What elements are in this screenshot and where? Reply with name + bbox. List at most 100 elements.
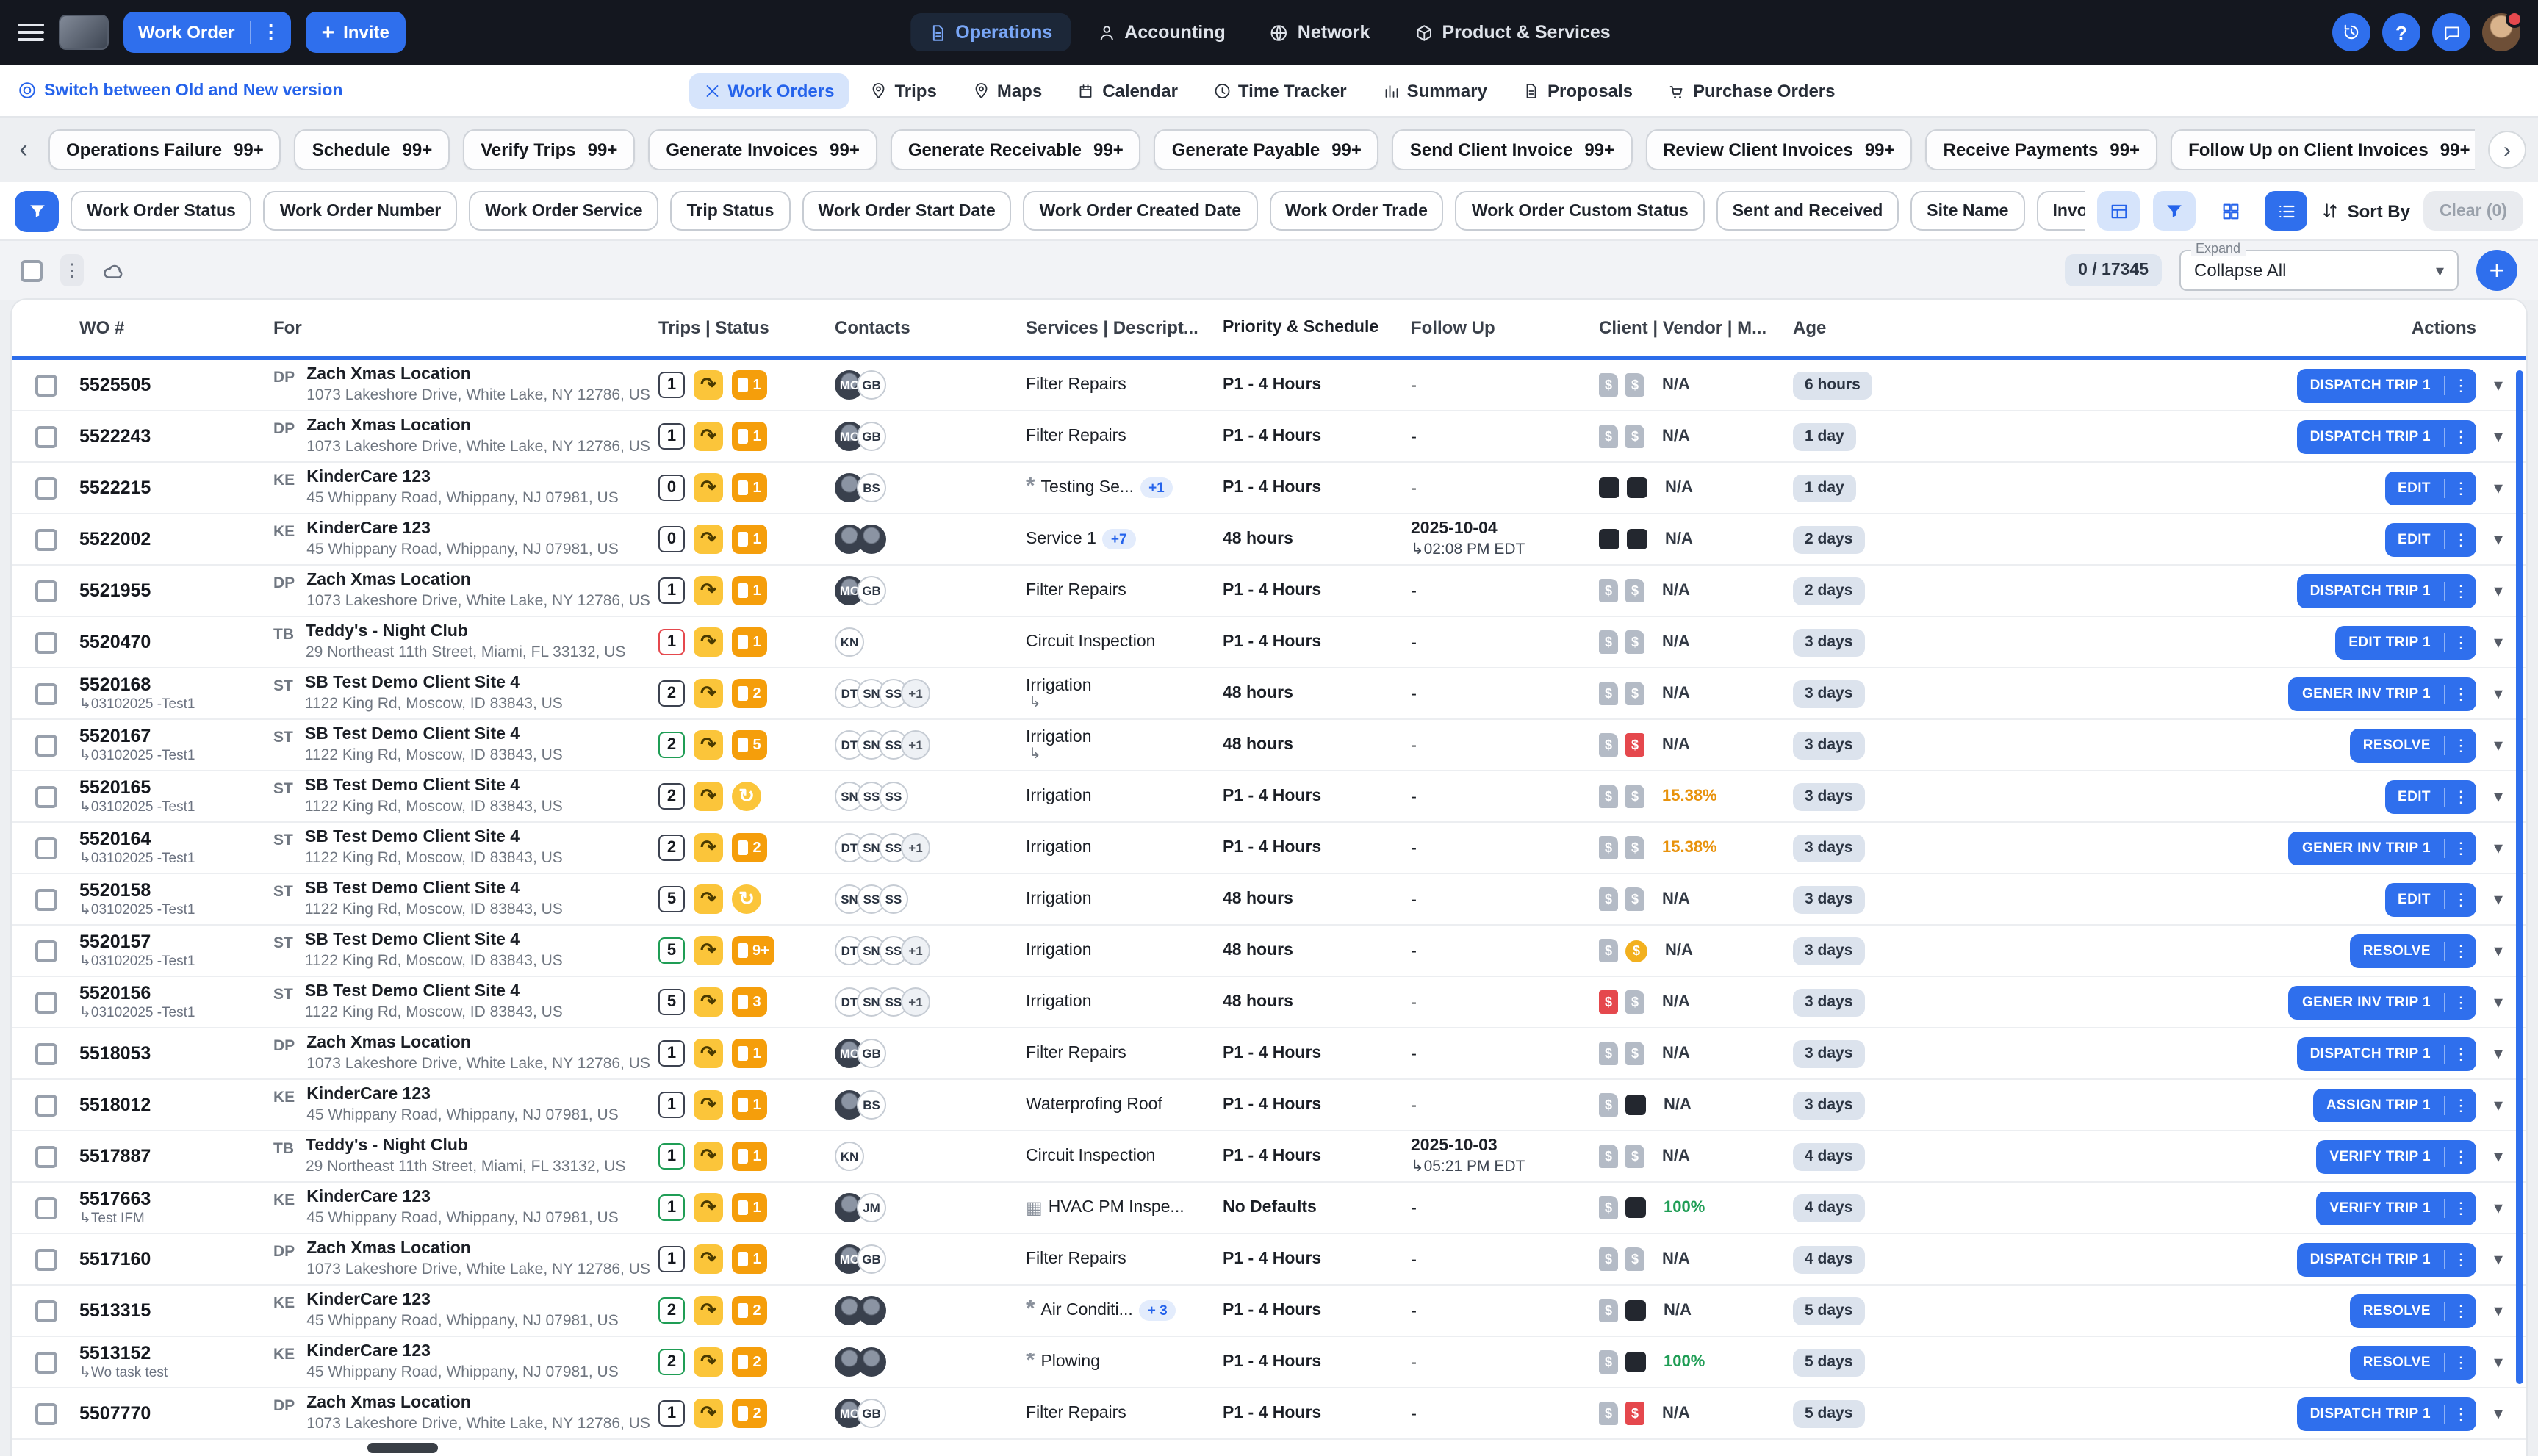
row-expand-chevron[interactable]: ▾ [2494, 786, 2503, 807]
client-invoice-icon[interactable]: $ [1599, 1247, 1618, 1271]
pipeline-stage[interactable]: Generate Invoices99+ [648, 129, 877, 170]
wo-number[interactable]: 5517160 [79, 1249, 273, 1269]
row-action-menu-icon[interactable]: ⋮ [2444, 581, 2476, 600]
row-expand-chevron[interactable]: ▾ [2494, 992, 2503, 1012]
trip-status-icon[interactable]: ↷ [694, 884, 723, 914]
service-name[interactable]: Irrigation [1026, 728, 1092, 746]
row-expand-chevron[interactable]: ▾ [2494, 1352, 2503, 1372]
row-expand-chevron[interactable]: ▾ [2494, 1043, 2503, 1064]
filter-chip[interactable]: Work Order Number [264, 191, 457, 231]
row-action-menu-icon[interactable]: ⋮ [2444, 375, 2476, 394]
contact-avatar[interactable]: BS [857, 473, 886, 502]
row-checkbox[interactable] [35, 374, 57, 396]
site-name[interactable]: KinderCare 123 [306, 1291, 619, 1312]
filter-chip[interactable]: Work Order Trade [1269, 191, 1444, 231]
row-checkbox[interactable] [35, 1094, 57, 1116]
trip-count[interactable]: 2 [658, 732, 685, 758]
nav-item-accounting[interactable]: Accounting [1079, 13, 1243, 51]
row-checkbox[interactable] [35, 528, 57, 550]
filter-chip[interactable]: Work Order Custom Status [1456, 191, 1705, 231]
contact-avatar[interactable] [857, 1296, 886, 1325]
row-checkbox[interactable] [35, 425, 57, 447]
wo-number[interactable]: 5520156 [79, 983, 273, 1003]
service-name[interactable]: Filter Repairs [1026, 1045, 1126, 1062]
column-header[interactable]: Services | Descript... [1026, 317, 1223, 338]
menu-icon[interactable] [18, 24, 44, 41]
wo-number[interactable]: 5520165 [79, 777, 273, 798]
trip-status-icon[interactable]: ↷ [694, 679, 723, 708]
contact-avatar[interactable]: JM [857, 1193, 886, 1222]
row-action-button[interactable]: DISPATCH TRIP 1⋮ [2297, 1242, 2476, 1276]
help-icon[interactable]: ? [2382, 13, 2420, 51]
filter-chip[interactable]: Site Name [1910, 191, 2024, 231]
row-action-button[interactable]: VERIFY TRIP 1⋮ [2316, 1139, 2476, 1173]
row-expand-chevron[interactable]: ▾ [2494, 1403, 2503, 1424]
trip-tasks-badge[interactable]: 1 [732, 1142, 767, 1171]
vendor-bill-icon[interactable]: $ [1625, 425, 1644, 448]
chat-icon[interactable] [2432, 13, 2470, 51]
trip-status-icon[interactable]: ↷ [694, 1296, 723, 1325]
wo-number[interactable]: 5518012 [79, 1095, 273, 1115]
filter-chip[interactable]: Invoice Status [2036, 191, 2085, 231]
row-action-menu-icon[interactable]: ⋮ [2444, 1147, 2476, 1166]
client-invoice-icon[interactable]: $ [1599, 425, 1618, 448]
service-name[interactable]: HVAC PM Inspe... [1049, 1199, 1184, 1217]
trip-status-icon[interactable]: ↷ [694, 473, 723, 502]
row-action-button[interactable]: VERIFY TRIP 1⋮ [2316, 1191, 2476, 1225]
row-action-menu-icon[interactable]: ⋮ [2444, 530, 2476, 549]
vendor-bill-icon[interactable]: $ [1625, 630, 1644, 654]
vendor-bill-icon[interactable] [1625, 1095, 1646, 1115]
sort-by-button[interactable]: Sort By [2321, 201, 2410, 221]
trip-status-icon[interactable]: ↷ [694, 1039, 723, 1068]
site-name[interactable]: SB Test Demo Client Site 4 [305, 777, 563, 798]
row-action-button[interactable]: ASSIGN TRIP 1⋮ [2313, 1088, 2476, 1122]
vertical-scrollbar[interactable] [2516, 370, 2523, 1384]
row-action-button[interactable]: EDIT⋮ [2384, 471, 2476, 505]
row-checkbox[interactable] [35, 580, 57, 602]
trip-tasks-badge[interactable]: 1 [732, 1244, 767, 1274]
trip-tasks-badge[interactable]: 2 [732, 833, 767, 862]
row-action-button[interactable]: DISPATCH TRIP 1⋮ [2297, 368, 2476, 402]
contact-avatar[interactable]: GB [857, 1039, 886, 1068]
row-action-menu-icon[interactable]: ⋮ [2444, 1250, 2476, 1269]
service-name[interactable]: Plowing [1040, 1353, 1100, 1371]
pipeline-stage[interactable]: Follow Up on Client Invoices99+ [2171, 129, 2475, 170]
trip-tasks-badge[interactable]: 1 [732, 576, 767, 605]
contact-avatar[interactable]: GB [857, 1399, 886, 1428]
trip-status-icon[interactable]: ↷ [694, 782, 723, 811]
column-header[interactable]: Follow Up [1411, 317, 1599, 338]
service-more-badge[interactable]: +7 [1102, 529, 1136, 549]
trip-tasks-badge[interactable]: 1 [732, 1039, 767, 1068]
row-action-menu-icon[interactable]: ⋮ [2444, 684, 2476, 703]
trip-tasks-badge[interactable]: 2 [732, 1399, 767, 1428]
row-checkbox[interactable] [35, 1351, 57, 1373]
row-action-button[interactable]: EDIT⋮ [2384, 522, 2476, 556]
row-expand-chevron[interactable]: ▾ [2494, 632, 2503, 652]
row-checkbox[interactable] [35, 734, 57, 756]
nav-item-product-services[interactable]: Product & Services [1396, 13, 1628, 51]
client-invoice-icon[interactable]: $ [1599, 630, 1618, 654]
contact-avatar[interactable]: GB [857, 576, 886, 605]
row-checkbox[interactable] [35, 785, 57, 807]
vendor-bill-icon[interactable]: $ [1625, 733, 1644, 757]
service-name[interactable]: Irrigation [1026, 839, 1092, 857]
row-checkbox[interactable] [35, 1402, 57, 1424]
trip-status-icon[interactable]: ↷ [694, 1090, 723, 1120]
client-invoice-icon[interactable]: $ [1599, 939, 1618, 962]
contact-avatar[interactable] [857, 1347, 886, 1377]
trip-status-icon[interactable]: ↷ [694, 1244, 723, 1274]
row-action-menu-icon[interactable]: ⋮ [2444, 992, 2476, 1012]
column-header[interactable]: For [273, 317, 658, 338]
site-name[interactable]: KinderCare 123 [306, 520, 619, 541]
wo-number[interactable]: 5517887 [79, 1146, 273, 1167]
row-expand-chevron[interactable]: ▾ [2494, 889, 2503, 909]
contact-avatar[interactable]: BS [857, 1090, 886, 1120]
trip-count[interactable]: 2 [658, 783, 685, 810]
contact-more-badge[interactable]: +1 [901, 987, 930, 1017]
trip-status-icon[interactable]: ↷ [694, 1193, 723, 1222]
nav-item-operations[interactable]: Operations [910, 13, 1070, 51]
row-expand-chevron[interactable]: ▾ [2494, 1300, 2503, 1321]
wo-number[interactable]: 5520157 [79, 931, 273, 952]
vendor-bill-icon[interactable]: $ [1625, 887, 1644, 911]
column-header[interactable]: Contacts [835, 317, 1026, 338]
